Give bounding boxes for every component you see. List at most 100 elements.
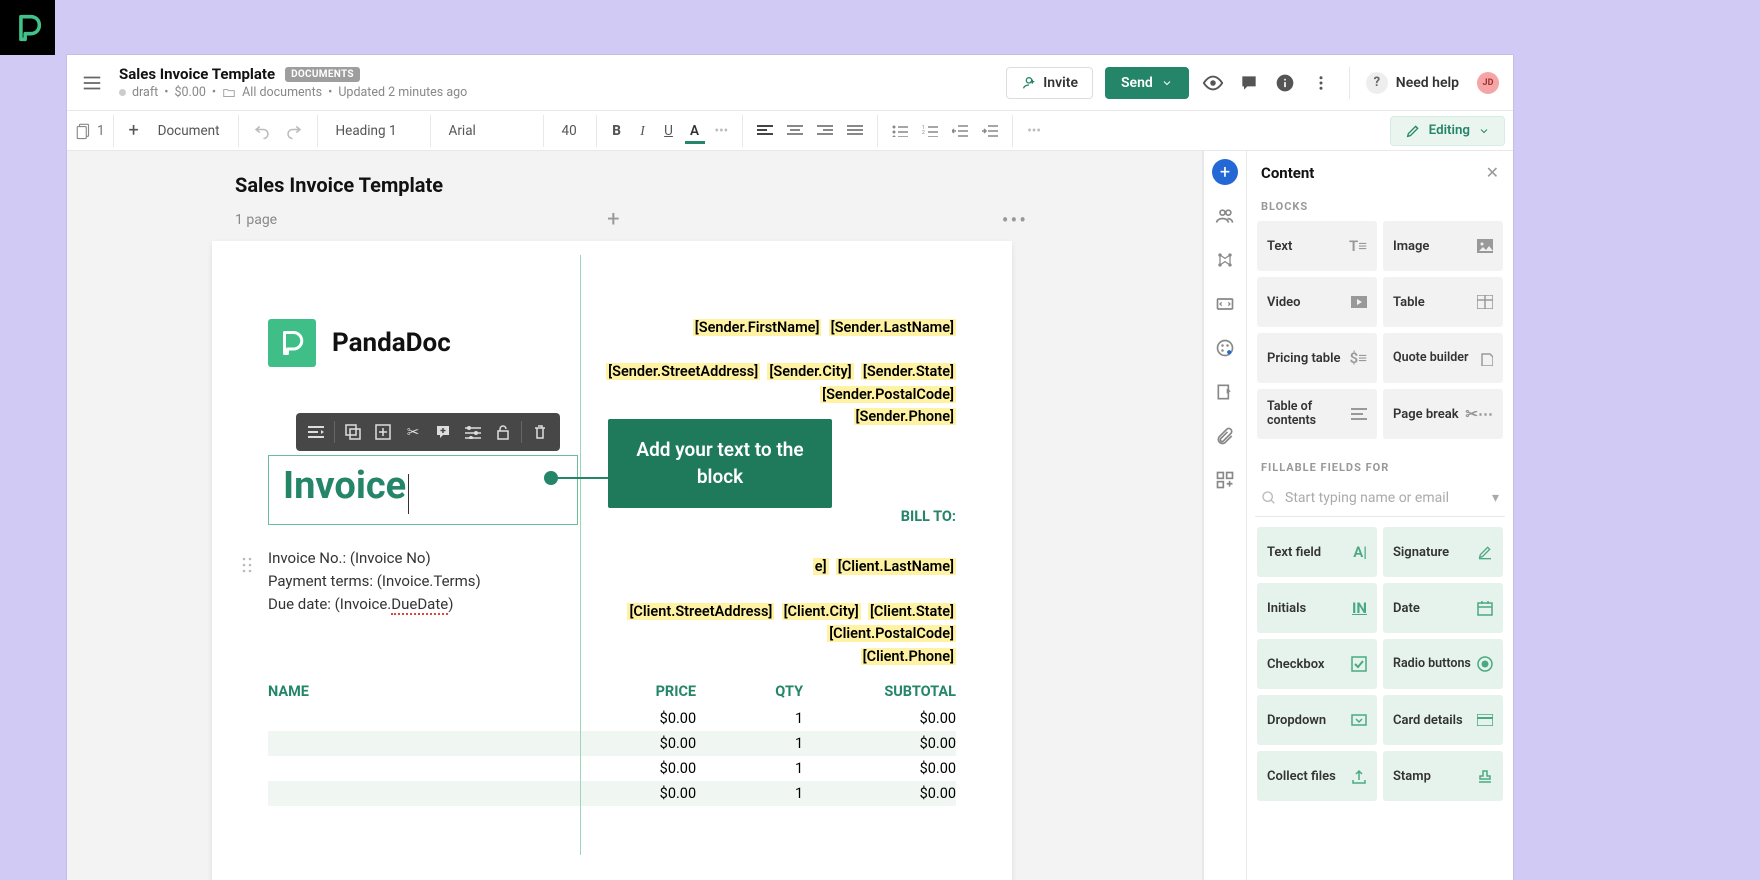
radio-icon <box>1477 656 1493 672</box>
table-row[interactable]: $0.001$0.00 <box>268 756 956 781</box>
format-toolbar: 1 + Document Heading 1 Arial 40 B I U A … <box>67 111 1513 151</box>
send-label: Send <box>1121 75 1153 91</box>
block-image[interactable]: Image <box>1383 221 1503 271</box>
add-page-icon[interactable]: + <box>607 207 619 232</box>
document-dropdown[interactable]: Document <box>148 119 230 143</box>
underline-button[interactable]: U <box>657 119 681 143</box>
indent-icon[interactable] <box>976 121 1004 141</box>
block-toc[interactable]: Table of contents <box>1257 389 1377 439</box>
initials-icon: IN <box>1352 599 1367 617</box>
outdent-icon[interactable] <box>946 121 974 141</box>
block-quote-builder[interactable]: Quote builder <box>1383 333 1503 383</box>
updated-label: Updated 2 minutes ago <box>338 85 467 100</box>
bullet-list-icon[interactable] <box>886 121 914 141</box>
editing-mode-button[interactable]: Editing <box>1390 116 1505 146</box>
panel-title: Content <box>1261 164 1314 182</box>
documents-badge: DOCUMENTS <box>285 67 360 82</box>
col-qty-header: QTY <box>696 683 803 700</box>
field-stamp[interactable]: Stamp <box>1383 751 1503 801</box>
variables-tab-icon[interactable] <box>1212 291 1238 317</box>
block-save-icon[interactable] <box>369 418 397 446</box>
align-center-icon[interactable] <box>781 121 809 141</box>
need-help-button[interactable]: ? Need help <box>1366 72 1459 94</box>
undo-icon[interactable] <box>247 118 277 144</box>
quote-icon <box>1479 350 1493 366</box>
comment-icon[interactable] <box>1237 71 1261 95</box>
automation-tab-icon[interactable] <box>1212 379 1238 405</box>
text-cursor <box>408 474 409 514</box>
block-lock-icon[interactable] <box>489 418 517 446</box>
align-left-icon[interactable] <box>751 121 779 141</box>
field-card[interactable]: Card details <box>1383 695 1503 745</box>
bold-button[interactable]: B <box>605 119 629 143</box>
col-price-header: PRICE <box>543 683 696 700</box>
side-strip: + <box>1203 151 1247 880</box>
field-radio[interactable]: Radio buttons <box>1383 639 1503 689</box>
page-count-label: 1 page <box>235 212 277 228</box>
field-text[interactable]: Text fieldA| <box>1257 527 1377 577</box>
amount-label: $0.00 <box>175 85 206 100</box>
numbered-list-icon[interactable]: 12 <box>916 121 944 141</box>
block-video[interactable]: Video <box>1257 277 1377 327</box>
content-tab-icon[interactable]: + <box>1212 159 1238 185</box>
more-format-icon[interactable]: ••• <box>709 119 735 143</box>
close-icon[interactable]: ✕ <box>1486 163 1499 182</box>
send-button[interactable]: Send <box>1105 67 1189 99</box>
block-pricing-table[interactable]: Pricing table$≡ <box>1257 333 1377 383</box>
document-page[interactable]: PandaDoc [Sender.FirstName] [Sender.Last… <box>212 241 1012 880</box>
font-size-input[interactable]: 40 <box>552 119 588 143</box>
help-icon: ? <box>1366 72 1388 94</box>
style-select[interactable]: Heading 1 <box>326 119 422 143</box>
info-icon[interactable] <box>1273 71 1297 95</box>
bill-to-block: BILL TO: e] [Client.LastName] [Client.St… <box>627 506 956 668</box>
block-duplicate-icon[interactable] <box>339 418 367 446</box>
apps-tab-icon[interactable] <box>1212 467 1238 493</box>
drag-handle-icon[interactable] <box>242 557 258 579</box>
field-initials[interactable]: InitialsIN <box>1257 583 1377 633</box>
status-label: draft <box>132 85 158 100</box>
table-row[interactable]: $0.001$0.00 <box>268 706 956 731</box>
italic-button[interactable]: I <box>631 119 655 143</box>
field-date[interactable]: Date <box>1383 583 1503 633</box>
themes-tab-icon[interactable] <box>1212 335 1238 361</box>
align-right-icon[interactable] <box>811 121 839 141</box>
menu-icon[interactable] <box>81 72 105 94</box>
recipients-tab-icon[interactable] <box>1212 203 1238 229</box>
block-align-icon[interactable] <box>302 418 330 446</box>
recipient-search[interactable]: Start typing name or email ▾ <box>1255 482 1505 517</box>
breadcrumb[interactable]: All documents <box>242 85 322 100</box>
table-row[interactable]: $0.001$0.00 <box>268 731 956 756</box>
page-more-icon[interactable]: ••• <box>1002 208 1028 232</box>
block-delete-icon[interactable] <box>526 418 554 446</box>
field-dropdown[interactable]: Dropdown <box>1257 695 1377 745</box>
font-select[interactable]: Arial <box>439 119 535 143</box>
field-checkbox[interactable]: Checkbox <box>1257 639 1377 689</box>
toc-icon <box>1351 407 1367 421</box>
field-collect-files[interactable]: Collect files <box>1257 751 1377 801</box>
pages-button[interactable]: 1 <box>75 122 105 140</box>
more-toolbar-icon[interactable]: ••• <box>1021 119 1047 143</box>
redo-icon[interactable] <box>279 118 309 144</box>
design-tab-icon[interactable] <box>1212 247 1238 273</box>
search-icon <box>1261 490 1277 506</box>
preview-icon[interactable] <box>1201 71 1225 95</box>
fields-section-label: FILLABLE FIELDS FOR <box>1255 455 1505 482</box>
block-text[interactable]: TextT≡ <box>1257 221 1377 271</box>
invite-button[interactable]: Invite <box>1006 67 1093 99</box>
blocks-section-label: BLOCKS <box>1255 194 1505 221</box>
align-justify-icon[interactable] <box>841 121 869 141</box>
attachments-tab-icon[interactable] <box>1212 423 1238 449</box>
more-icon[interactable] <box>1309 71 1333 95</box>
block-page-break[interactable]: Page break✂⋯ <box>1383 389 1503 439</box>
user-avatar[interactable]: JD <box>1477 72 1499 94</box>
text-color-button[interactable]: A <box>683 119 707 143</box>
invoice-heading-block[interactable]: Invoice <box>268 455 578 525</box>
block-comment-icon[interactable] <box>429 418 457 446</box>
block-settings-icon[interactable] <box>459 418 487 446</box>
content-panel: Content ✕ BLOCKS TextT≡ Image Video Tabl… <box>1247 151 1513 880</box>
add-icon[interactable]: + <box>122 116 146 145</box>
table-row[interactable]: $0.001$0.00 <box>268 781 956 806</box>
block-cut-icon[interactable]: ✂ <box>399 418 427 446</box>
block-table[interactable]: Table <box>1383 277 1503 327</box>
field-signature[interactable]: Signature <box>1383 527 1503 577</box>
